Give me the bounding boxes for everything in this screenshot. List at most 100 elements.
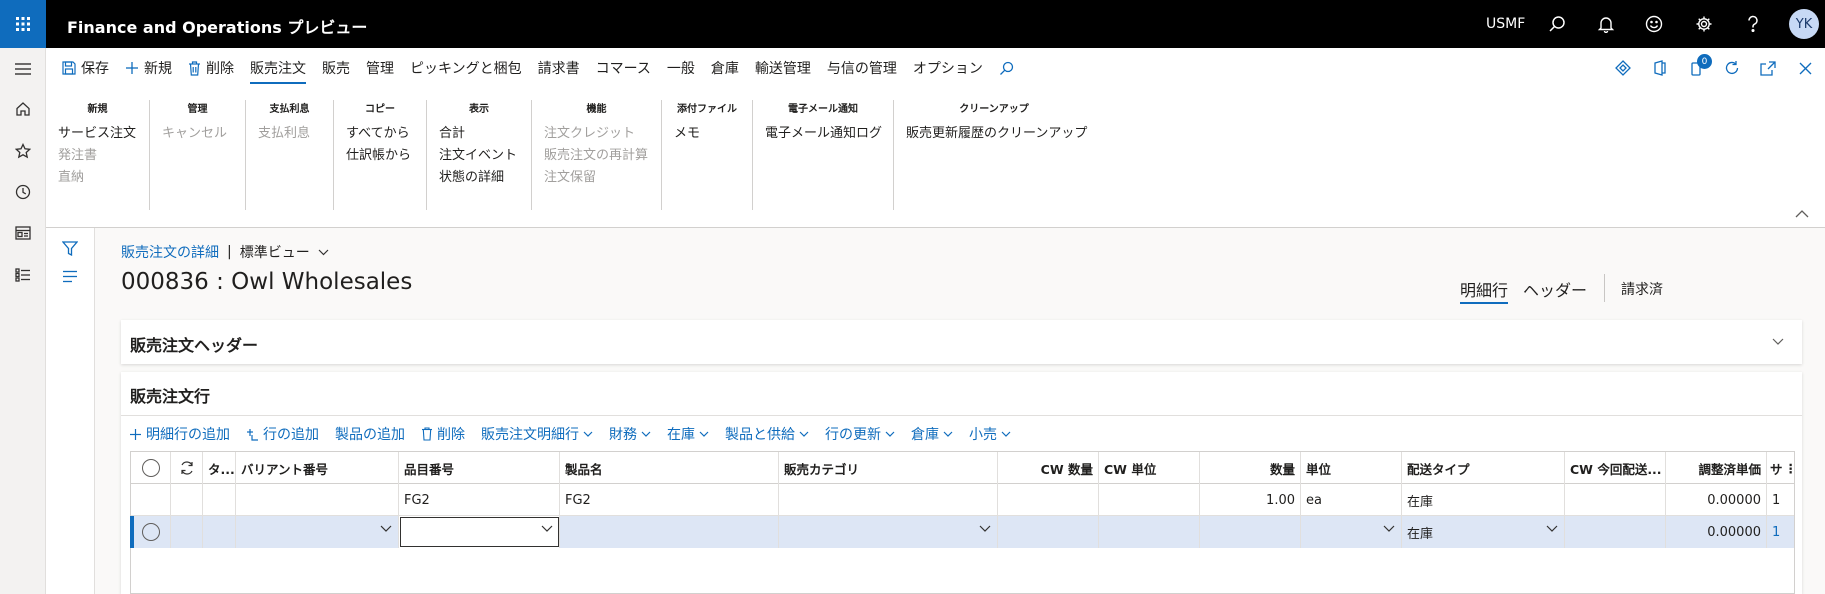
sales-order-header-section[interactable]: 販売注文ヘッダー (121, 320, 1802, 364)
totals-button[interactable]: 合計 (439, 123, 519, 145)
tab-header[interactable]: ヘッダー (1523, 277, 1587, 301)
chevron-down-icon[interactable] (318, 249, 329, 256)
nav-modules[interactable] (0, 255, 46, 295)
remove-line-button[interactable]: 削除 (413, 421, 473, 447)
close-button[interactable] (1787, 48, 1823, 88)
company-picker[interactable]: USMF (1486, 16, 1525, 32)
adjusted-unit-price-cell[interactable]: 0.00000 (1666, 484, 1767, 516)
tab-transportation[interactable]: 輸送管理 (747, 48, 819, 88)
power-apps-button[interactable] (1605, 48, 1641, 88)
cw-unit-cell[interactable] (1099, 516, 1200, 548)
help-button[interactable] (1730, 0, 1776, 48)
user-avatar[interactable]: YK (1789, 9, 1819, 39)
status-details-button[interactable]: 状態の詳細 (439, 167, 519, 189)
type-cell[interactable] (203, 484, 236, 516)
cleanup-button[interactable]: 販売更新履歴のクリーンアップ (906, 123, 1087, 145)
column-header-sales-category[interactable]: 販売カテゴリ (779, 452, 998, 484)
adjusted-unit-price-cell[interactable]: 0.00000 (1666, 516, 1767, 548)
copy-from-journal-button[interactable]: 仕訳帳から (346, 145, 414, 167)
chevron-down-icon[interactable] (541, 525, 553, 532)
nav-favorites[interactable] (0, 131, 46, 171)
column-header-unit[interactable]: 単位 (1301, 452, 1402, 484)
email-log-button[interactable]: 電子メール通知ログ (765, 123, 882, 145)
item-number-cell[interactable]: FG2 (399, 484, 560, 516)
tab-manage[interactable]: 管理 (358, 48, 402, 88)
direct-delivery-button[interactable]: 直納 (58, 167, 137, 189)
refresh-grid-button[interactable] (171, 452, 203, 484)
copy-from-all-button[interactable]: すべてから (346, 123, 414, 145)
refresh-button[interactable] (1714, 48, 1750, 88)
column-header-cw-unit[interactable]: CW 単位 (1099, 452, 1200, 484)
add-line-button[interactable]: 明細行の追加 (121, 421, 238, 447)
notifications-button[interactable] (1583, 0, 1629, 48)
more-columns-icon[interactable]: ⋮ (1785, 461, 1794, 476)
chevron-down-icon[interactable] (1546, 525, 1558, 532)
unit-cell[interactable]: ea (1301, 484, 1402, 516)
select-all-checkbox[interactable] (131, 452, 171, 484)
filter-button[interactable] (62, 241, 78, 256)
unit-dropdown[interactable] (1301, 516, 1402, 548)
app-title[interactable]: Finance and Operations プレビュー (67, 14, 367, 38)
action-search-button[interactable] (991, 48, 1022, 88)
product-name-cell[interactable] (560, 516, 779, 548)
cw-unit-cell[interactable] (1099, 484, 1200, 516)
type-cell[interactable] (203, 516, 236, 548)
sales-category-dropdown[interactable] (779, 516, 998, 548)
nav-recent[interactable] (0, 172, 46, 212)
tab-commerce[interactable]: コマース (588, 48, 659, 88)
nav-home[interactable] (0, 89, 46, 129)
tab-pick-and-pack[interactable]: ピッキングと梱包 (402, 48, 530, 88)
column-header-type[interactable]: タ... (203, 452, 236, 484)
delivery-type-dropdown[interactable]: 在庫 (1402, 516, 1565, 548)
expand-nav-button[interactable] (0, 49, 46, 89)
app-launcher-button[interactable] (0, 0, 46, 48)
delete-button[interactable]: 削除 (180, 48, 242, 88)
credit-note-button[interactable]: 注文クレジット (544, 123, 649, 145)
tab-warehouse[interactable]: 倉庫 (703, 48, 747, 88)
related-info-button[interactable] (62, 270, 78, 283)
cw-quantity-cell[interactable] (998, 484, 1099, 516)
retail-menu[interactable]: 小売 (961, 421, 1019, 447)
warehouse-menu[interactable]: 倉庫 (903, 421, 961, 447)
attachments-button[interactable]: 0 (1678, 48, 1714, 88)
view-selector[interactable]: 標準ビュー (240, 242, 310, 262)
order-hold-button[interactable]: 注文保留 (544, 167, 649, 189)
table-row[interactable]: FG2 FG2 1.00 ea 在庫 0.00000 1 (131, 484, 1794, 516)
service-order-button[interactable]: サービス注文 (58, 123, 137, 145)
notes-button[interactable]: メモ (674, 123, 740, 145)
search-button[interactable] (1534, 0, 1580, 48)
delivery-type-cell[interactable]: 在庫 (1402, 484, 1565, 516)
tab-invoiced[interactable]: 請求済 (1621, 279, 1663, 299)
financials-menu[interactable]: 財務 (601, 421, 659, 447)
purchase-order-button[interactable]: 発注書 (58, 145, 137, 167)
settings-button[interactable] (1681, 0, 1727, 48)
cw-quantity-cell[interactable] (998, 516, 1099, 548)
quantity-cell[interactable] (1200, 516, 1301, 548)
column-header-delivery-type[interactable]: 配送タイプ (1402, 452, 1565, 484)
update-line-menu[interactable]: 行の更新 (817, 421, 903, 447)
expand-section-button[interactable] (1772, 338, 1784, 345)
tab-options[interactable]: オプション (905, 48, 991, 88)
nav-workspaces[interactable] (0, 213, 46, 253)
new-button[interactable]: 新規 (117, 48, 180, 88)
breadcrumb-link[interactable]: 販売注文の詳細 (121, 242, 219, 262)
product-name-cell[interactable]: FG2 (560, 484, 779, 516)
open-new-window-button[interactable] (1750, 48, 1786, 88)
row-selector[interactable] (131, 516, 171, 548)
item-number-input[interactable] (399, 516, 560, 548)
recalculate-button[interactable]: 販売注文の再計算 (544, 145, 649, 167)
inventory-menu[interactable]: 在庫 (659, 421, 717, 447)
tab-invoice[interactable]: 請求書 (530, 48, 588, 88)
chevron-down-icon[interactable] (380, 525, 392, 532)
order-events-button[interactable]: 注文イベント (439, 145, 519, 167)
variant-dropdown[interactable] (236, 516, 399, 548)
save-button[interactable]: 保存 (54, 48, 117, 88)
cancel-button[interactable]: キャンセル (162, 123, 233, 145)
tab-credit-management[interactable]: 与信の管理 (819, 48, 905, 88)
cw-deliver-now-cell[interactable] (1565, 516, 1666, 548)
tab-lines[interactable]: 明細行 (1460, 277, 1509, 304)
row-selector[interactable] (131, 484, 171, 516)
column-header-cw-quantity[interactable]: CW 数量 (998, 452, 1099, 484)
tab-sales-order[interactable]: 販売注文 (242, 48, 314, 88)
column-header-site[interactable]: サ ⋮ (1767, 452, 1794, 484)
